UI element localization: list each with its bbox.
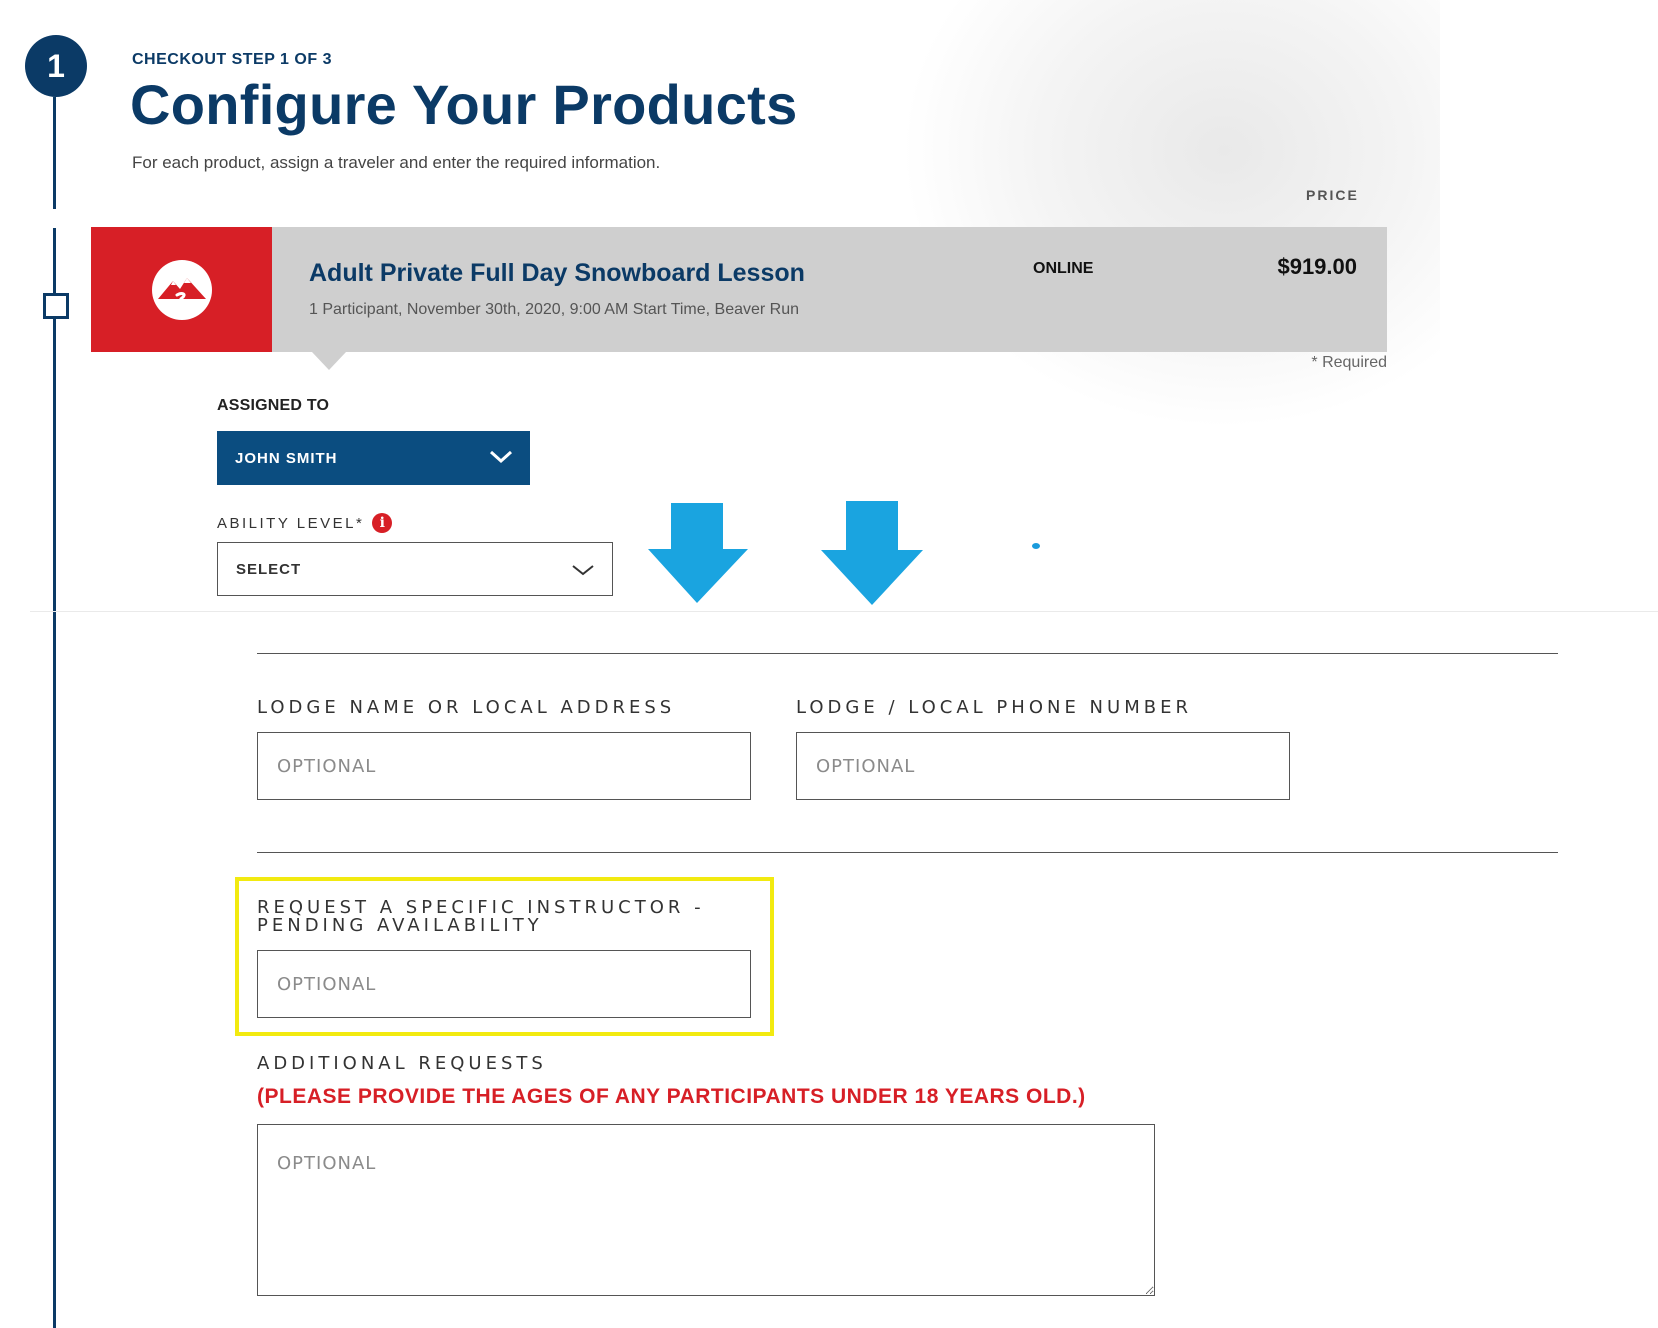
additional-requests-label: ADDITIONAL REQUESTS: [257, 1053, 547, 1074]
product-logo: [91, 227, 272, 352]
chevron-down-icon: [489, 450, 513, 464]
lodge-address-input[interactable]: [257, 732, 751, 800]
chevron-down-icon: [572, 565, 594, 576]
required-note: * Required: [1311, 354, 1387, 371]
product-details: 1 Participant, November 30th, 2020, 9:00…: [309, 301, 800, 318]
ability-level-label: ABILITY LEVEL* i: [217, 513, 393, 533]
additional-requests-textarea[interactable]: [257, 1124, 1155, 1296]
product-channel: ONLINE: [1033, 260, 1094, 277]
arrow-down-icon: [648, 503, 748, 603]
product-price: $919.00: [1277, 254, 1357, 279]
additional-requests-note: (PLEASE PROVIDE THE AGES OF ANY PARTICIP…: [257, 1085, 1086, 1108]
ability-level-value: SELECT: [236, 560, 302, 578]
form-divider: [257, 852, 1558, 853]
instructor-request-label: REQUEST A SPECIFIC INSTRUCTOR - PENDING …: [257, 899, 705, 935]
assigned-to-select[interactable]: JOHN SMITH: [217, 431, 530, 485]
assigned-to-label: ASSIGNED TO: [217, 397, 330, 414]
ability-level-text: ABILITY LEVEL*: [217, 514, 365, 532]
phone-number-input[interactable]: [796, 732, 1290, 800]
product-card: Adult Private Full Day Snowboard Lesson …: [91, 227, 1387, 352]
assigned-to-value: JOHN SMITH: [235, 449, 338, 467]
page-subtitle: For each product, assign a traveler and …: [132, 153, 661, 172]
timeline-line: [53, 228, 56, 1328]
phone-number-label: LODGE / LOCAL PHONE NUMBER: [796, 697, 1192, 718]
timeline-marker: [43, 293, 69, 319]
lodge-address-label: LODGE NAME OR LOCAL ADDRESS: [257, 697, 676, 718]
card-pointer: [312, 352, 346, 370]
mountain-logo-icon: [151, 259, 212, 320]
form-divider: [257, 653, 1558, 654]
checkout-step-label: CHECKOUT STEP 1 OF 3: [132, 51, 332, 68]
arrow-down-icon: [821, 501, 923, 605]
instructor-request-label-line2: PENDING AVAILABILITY: [257, 915, 543, 936]
instructor-request-input[interactable]: [257, 950, 751, 1018]
ability-level-select[interactable]: SELECT: [217, 542, 613, 596]
page-title: Configure Your Products: [130, 73, 798, 136]
annotation-dot: [1032, 543, 1040, 549]
product-name: Adult Private Full Day Snowboard Lesson: [309, 259, 805, 287]
step-number-badge: 1: [25, 35, 87, 97]
section-divider: [30, 611, 1658, 612]
price-column-header: PRICE: [1306, 187, 1359, 203]
info-icon[interactable]: i: [372, 513, 393, 533]
timeline-line: [53, 97, 56, 209]
